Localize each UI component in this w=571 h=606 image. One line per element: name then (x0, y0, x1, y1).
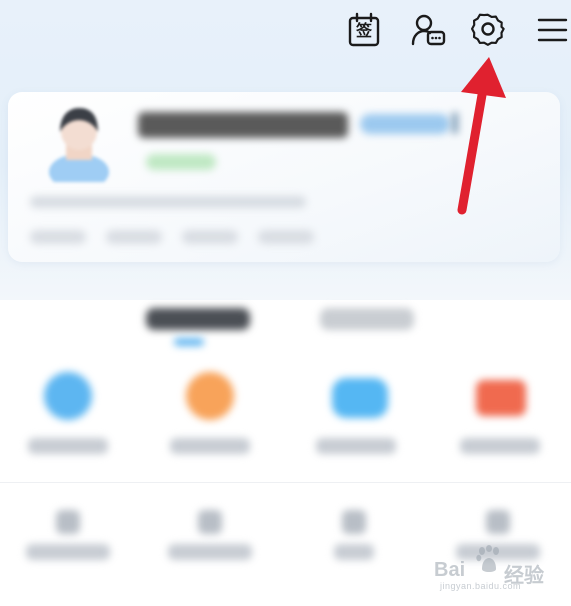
watermark-url: jingyan.baidu.com (440, 581, 522, 591)
paw-icon (476, 545, 499, 572)
watermark-logo-left: Bai (434, 559, 466, 581)
baidu-jingyan-watermark: Bai 经验 jingyan.baidu.com (434, 545, 564, 591)
annotation-arrow-icon (457, 57, 506, 215)
